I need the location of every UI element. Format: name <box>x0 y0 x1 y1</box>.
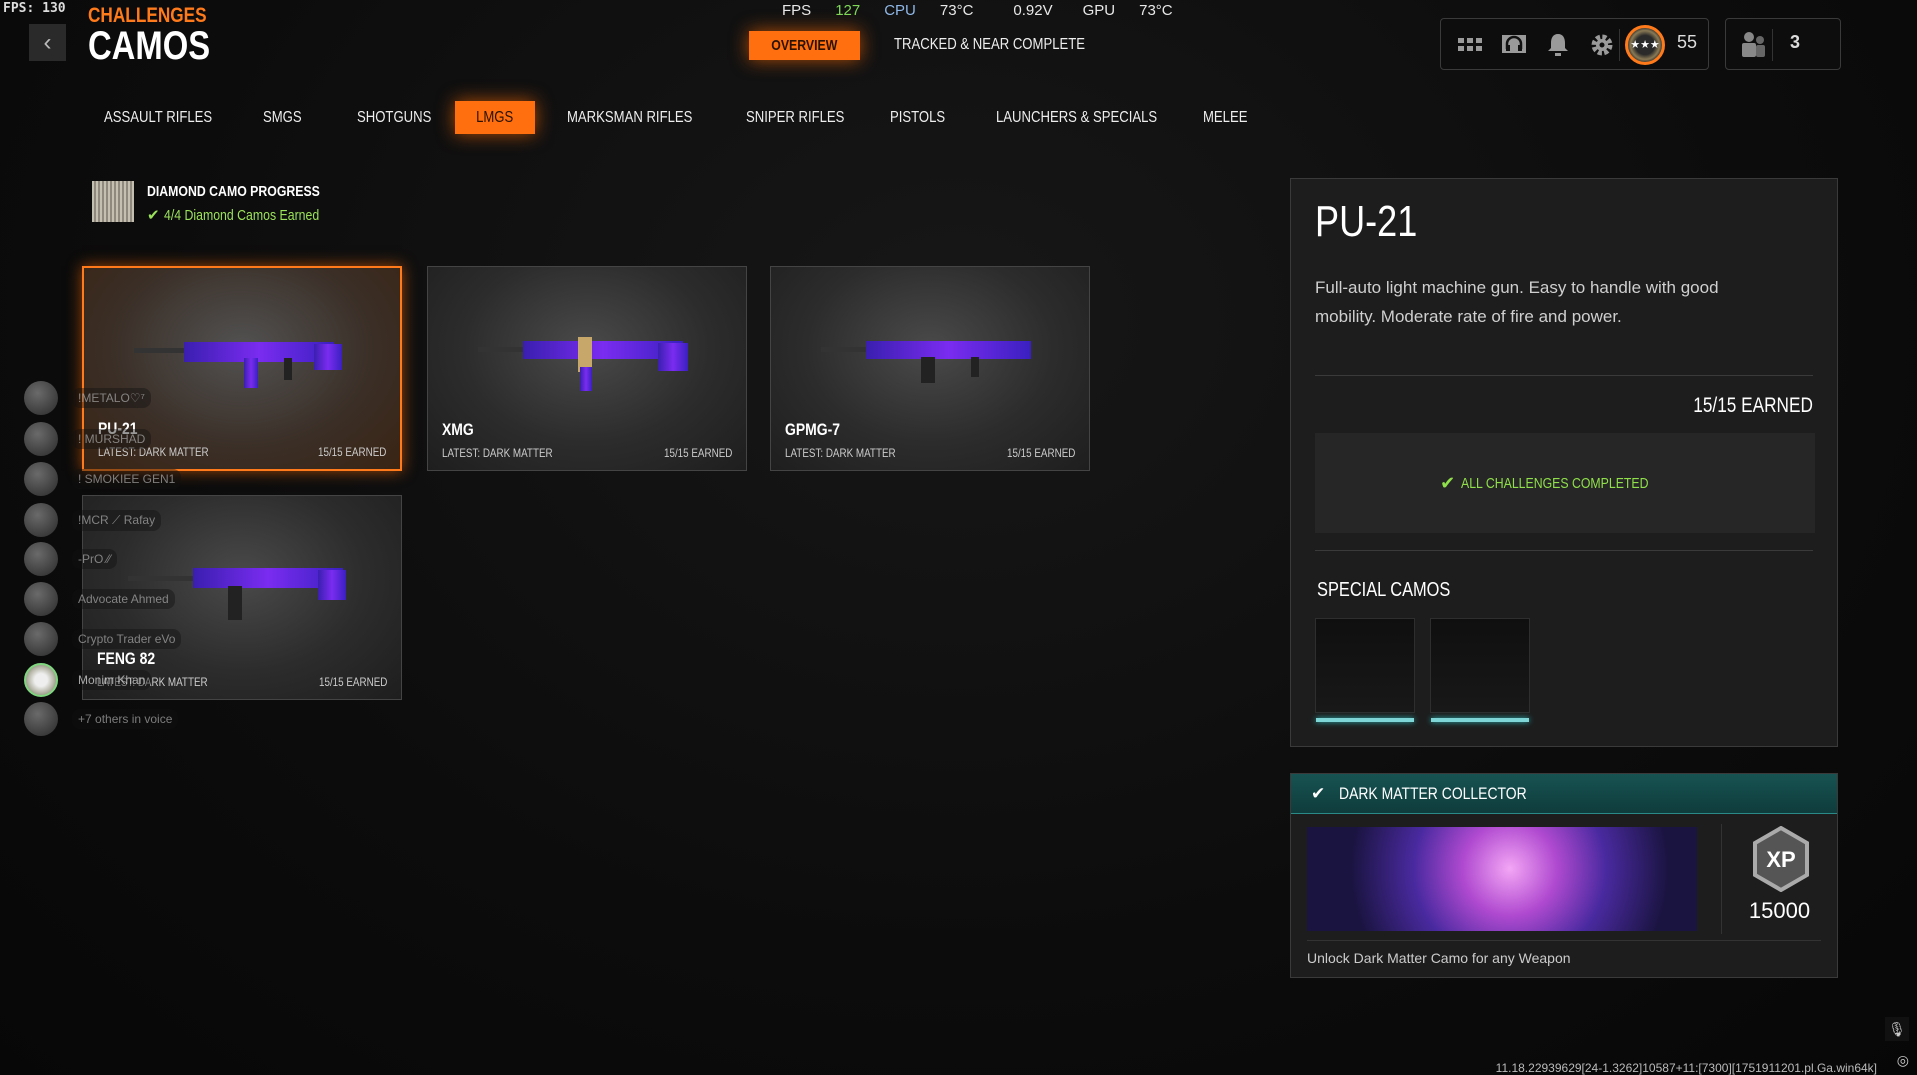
tab-shotguns[interactable]: SHOTGUNS <box>347 101 458 134</box>
voice-member[interactable]: ! MURSHAD <box>24 422 152 456</box>
check-icon: ✔ <box>1440 472 1456 493</box>
reward-panel: ✔ DARK MATTER COLLECTOR XP 15000 Unlock D… <box>1290 773 1838 978</box>
bell-icon[interactable] <box>1545 33 1571 57</box>
check-icon: ✔ <box>1311 783 1326 803</box>
avatar <box>24 462 58 496</box>
microphone-icon[interactable]: 🎙 <box>1885 1017 1909 1041</box>
fps-counter: FPS: 130 <box>3 1 66 16</box>
voice-member[interactable]: -PrO ⁄⁄ <box>24 542 117 576</box>
detail-description: Full-auto light machine gun. Easy to han… <box>1315 278 1719 326</box>
avatar <box>24 702 58 736</box>
tab-melee[interactable]: MELEE <box>1193 101 1267 134</box>
divider <box>1315 375 1813 376</box>
reward-header: ✔ DARK MATTER COLLECTOR <box>1291 774 1837 814</box>
avatar <box>24 422 58 456</box>
page-title: CAMOS <box>88 24 211 68</box>
stat-label: FPS <box>782 2 812 19</box>
weapon-name: GPMG-7 <box>785 420 840 439</box>
avatar <box>24 542 58 576</box>
grid-menu-icon[interactable] <box>1457 33 1483 57</box>
diamond-progress-status: ✔ 4/4 Diamond Camos Earned <box>147 207 319 224</box>
tab-pistols[interactable]: PISTOLS <box>880 101 967 134</box>
xp-reward: XP 15000 <box>1721 824 1836 934</box>
weapon-card-gpmg7[interactable]: GPMG-7 LATEST: DARK MATTER 15/15 EARNED <box>770 266 1090 471</box>
special-camo-slot[interactable] <box>1315 618 1415 722</box>
voice-member[interactable]: Advocate Ahmed <box>24 582 175 616</box>
party-members-icon <box>1742 32 1765 57</box>
divider <box>1315 550 1813 551</box>
tab-sniper-rifles[interactable]: SNIPER RIFLES <box>736 101 876 134</box>
voice-others[interactable]: +7 others in voice <box>24 702 179 736</box>
weapon-latest-camo: LATEST: DARK MATTER <box>785 446 896 460</box>
avatar <box>24 582 58 616</box>
gear-icon[interactable] <box>1589 33 1615 57</box>
weapon-image <box>478 337 688 391</box>
challenges-status: ✔ ALL CHALLENGES COMPLETED <box>1315 433 1815 533</box>
diamond-camo-icon <box>92 181 134 222</box>
stat-value: 73°C <box>939 2 974 19</box>
player-level: 55 <box>1677 32 1698 52</box>
voice-member[interactable]: !MCR ⟋ Rafay <box>24 503 162 537</box>
weapon-earned: 15/15 EARNED <box>318 675 387 689</box>
divider <box>1307 940 1821 941</box>
divider <box>1619 29 1620 61</box>
weapon-latest-camo: LATEST: DARK MATTER <box>442 446 553 460</box>
target-icon[interactable]: ◎ <box>1897 1052 1909 1069</box>
tab-overview[interactable]: OVERVIEW <box>749 31 860 60</box>
tab-tracked-near-complete[interactable]: TRACKED & NEAR COMPLETE <box>894 36 1127 54</box>
stat-label: CPU <box>884 2 916 19</box>
headset-chat-icon[interactable] <box>1501 33 1527 57</box>
stat-value: 73°C <box>1139 2 1173 19</box>
weapon-image <box>134 342 342 388</box>
tab-smgs[interactable]: SMGS <box>253 101 320 134</box>
tab-lmgs[interactable]: LMGS <box>455 101 535 134</box>
avatar <box>24 622 58 656</box>
voice-member[interactable]: !METALO♡⁷ <box>24 381 151 415</box>
weapon-image <box>821 341 1031 383</box>
stat-label: GPU <box>1082 2 1116 19</box>
avatar <box>24 663 58 697</box>
detail-weapon-name: PU-21 <box>1315 197 1418 246</box>
tab-launchers-specials[interactable]: LAUNCHERS & SPECIALS <box>986 101 1203 134</box>
divider <box>1772 29 1773 61</box>
special-camos-title: SPECIAL CAMOS <box>1317 579 1451 601</box>
reward-description: Unlock Dark Matter Camo for any Weapon <box>1307 950 1571 966</box>
stat-value: 127 <box>835 2 861 19</box>
performance-overlay: FPS 127 CPU 73°C 0.92V GPU 73°C <box>782 2 1197 19</box>
chevron-left-icon: ‹ <box>43 28 52 56</box>
weapon-detail-panel: PU-21 Full-auto light machine gun. Easy … <box>1290 178 1838 747</box>
avatar <box>24 381 58 415</box>
svg-text:XP: XP <box>1766 847 1795 872</box>
xp-badge-icon: XP <box>1753 826 1809 892</box>
weapon-earned: 15/15 EARNED <box>317 445 386 459</box>
tab-marksman-rifles[interactable]: MARKSMAN RIFLES <box>557 101 730 134</box>
special-camo-slot[interactable] <box>1430 618 1530 722</box>
voice-member[interactable]: ! SMOKIEE GEN1 <box>24 462 182 496</box>
party-count: 3 <box>1790 32 1801 52</box>
weapon-name: XMG <box>442 420 474 439</box>
weapon-earned: 15/15 EARNED <box>1006 446 1075 460</box>
detail-earned: 15/15 EARNED <box>1693 394 1813 417</box>
reward-calling-card-image <box>1307 827 1697 931</box>
stat-value: 0.92V <box>1013 2 1053 19</box>
back-button[interactable]: ‹ <box>29 24 66 61</box>
voice-member-speaking[interactable]: Monim Khan <box>24 663 152 697</box>
tab-assault-rifles[interactable]: ASSAULT RIFLES <box>94 101 246 134</box>
weapon-card-xmg[interactable]: XMG LATEST: DARK MATTER 15/15 EARNED <box>427 266 747 471</box>
build-version: 11.18.22939629[24-1.3262]10587+11:[7300]… <box>1495 1061 1877 1075</box>
weapon-earned: 15/15 EARNED <box>663 446 732 460</box>
check-icon: ✔ <box>147 207 164 224</box>
rank-emblem-icon[interactable]: ★★★ <box>1625 25 1665 65</box>
party-box[interactable]: 3 <box>1725 18 1841 70</box>
xp-amount: 15000 <box>1748 898 1811 923</box>
diamond-progress-title: DIAMOND CAMO PROGRESS <box>147 183 320 200</box>
avatar <box>24 503 58 537</box>
voice-member[interactable]: Crypto Trader eVo <box>24 622 182 656</box>
header-toolbar: ★★★ 55 <box>1440 18 1709 70</box>
